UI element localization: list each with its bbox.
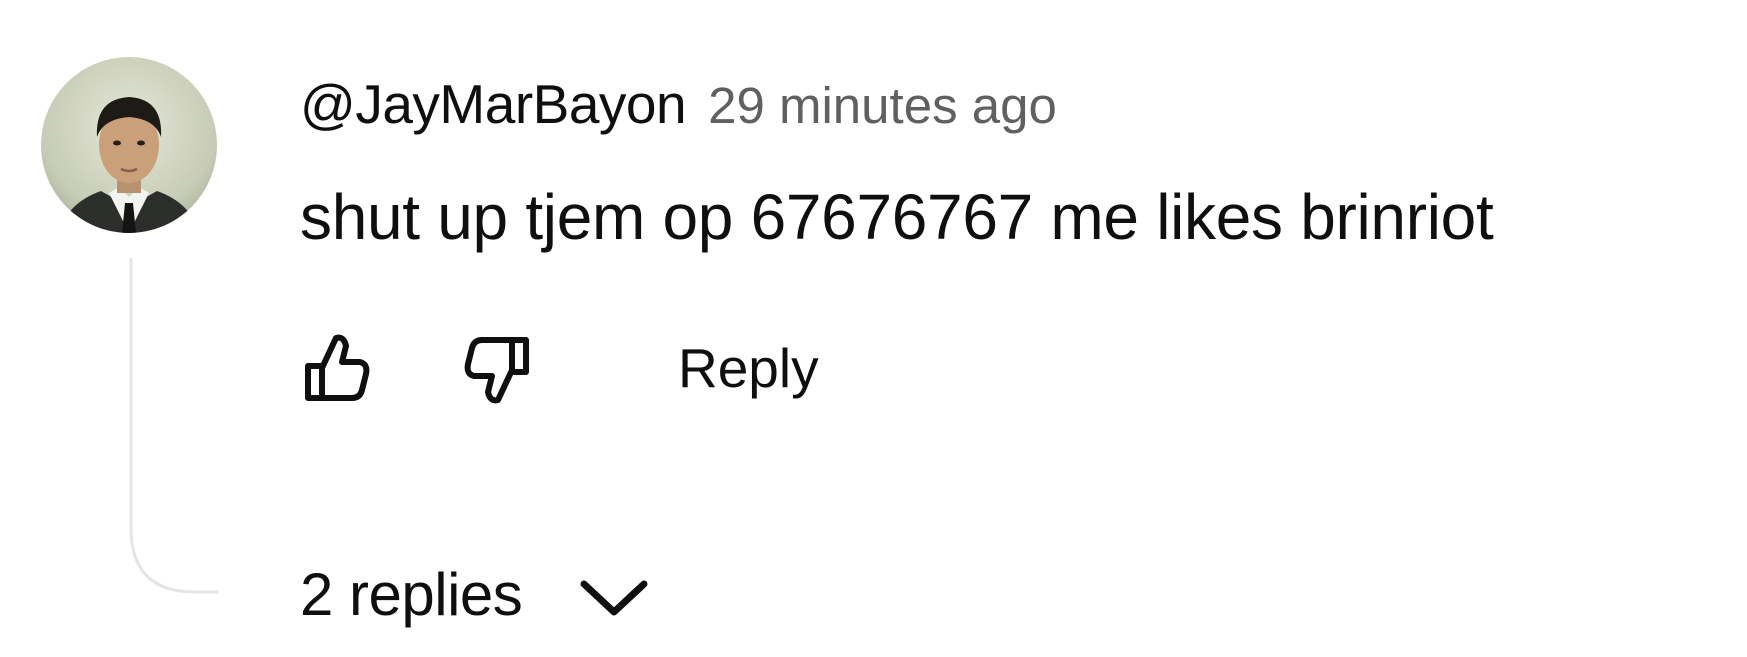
comment-header: @JayMarBayon 29 minutes ago	[300, 72, 1057, 136]
comment-text: shut up tjem op 67676767 me likes brinri…	[300, 181, 1494, 253]
avatar[interactable]	[41, 57, 217, 233]
author-name[interactable]: @JayMarBayon	[300, 72, 687, 136]
like-button[interactable]	[296, 324, 376, 408]
comment-timestamp[interactable]: 29 minutes ago	[708, 76, 1057, 135]
view-replies-toggle[interactable]: 2 replies	[300, 560, 650, 629]
chevron-down-icon	[578, 576, 650, 620]
thumbs-down-icon	[464, 337, 529, 404]
thumbs-up-icon	[305, 334, 370, 401]
dislike-button[interactable]	[458, 330, 538, 414]
reply-button[interactable]: Reply	[678, 336, 819, 400]
replies-count-label: 2 replies	[300, 561, 523, 628]
thread-connector-line	[129, 258, 219, 594]
comment-thread: @JayMarBayon 29 minutes ago shut up tjem…	[0, 0, 1747, 657]
